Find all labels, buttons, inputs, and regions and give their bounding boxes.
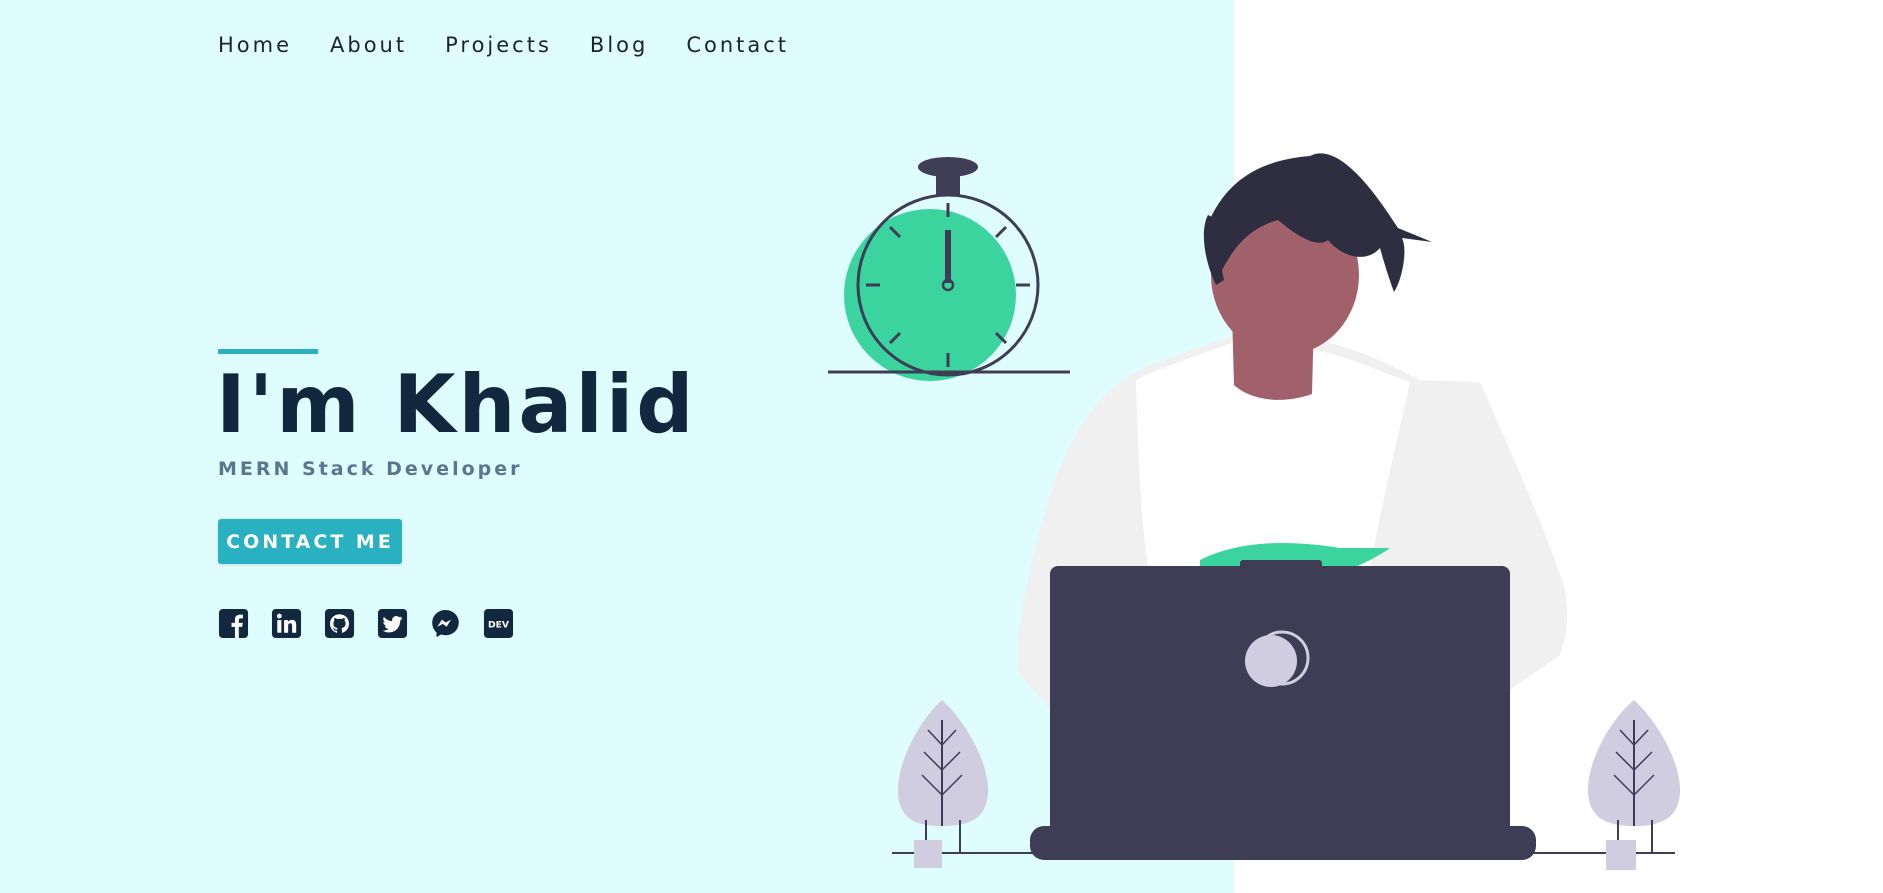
facebook-icon[interactable] (218, 608, 249, 639)
messenger-icon[interactable] (430, 608, 461, 639)
right-plant-icon (1588, 700, 1680, 870)
nav-home-link[interactable]: Home (218, 33, 292, 57)
hero-title: I'm Khalid (216, 358, 697, 451)
top-navigation: Home About Projects Blog Contact (218, 33, 827, 57)
github-icon[interactable] (324, 608, 355, 639)
nav-contact-link[interactable]: Contact (686, 33, 789, 57)
left-plant-icon (898, 700, 988, 868)
dev-icon[interactable]: DEV (483, 608, 514, 639)
linkedin-icon[interactable] (271, 608, 302, 639)
dev-icon-text: DEV (488, 619, 510, 630)
nav-about-link[interactable]: About (330, 33, 407, 57)
hero-subtitle: MERN Stack Developer (218, 458, 523, 480)
title-accent-line (218, 349, 318, 354)
contact-me-button[interactable]: CONTACT ME (218, 519, 402, 564)
twitter-icon[interactable] (377, 608, 408, 639)
stopwatch-icon (828, 157, 1070, 381)
developer-illustration (828, 153, 1680, 870)
nav-blog-link[interactable]: Blog (590, 33, 648, 57)
social-links: DEV (218, 608, 514, 639)
laptop-icon (1030, 560, 1536, 860)
nav-projects-link[interactable]: Projects (445, 33, 552, 57)
